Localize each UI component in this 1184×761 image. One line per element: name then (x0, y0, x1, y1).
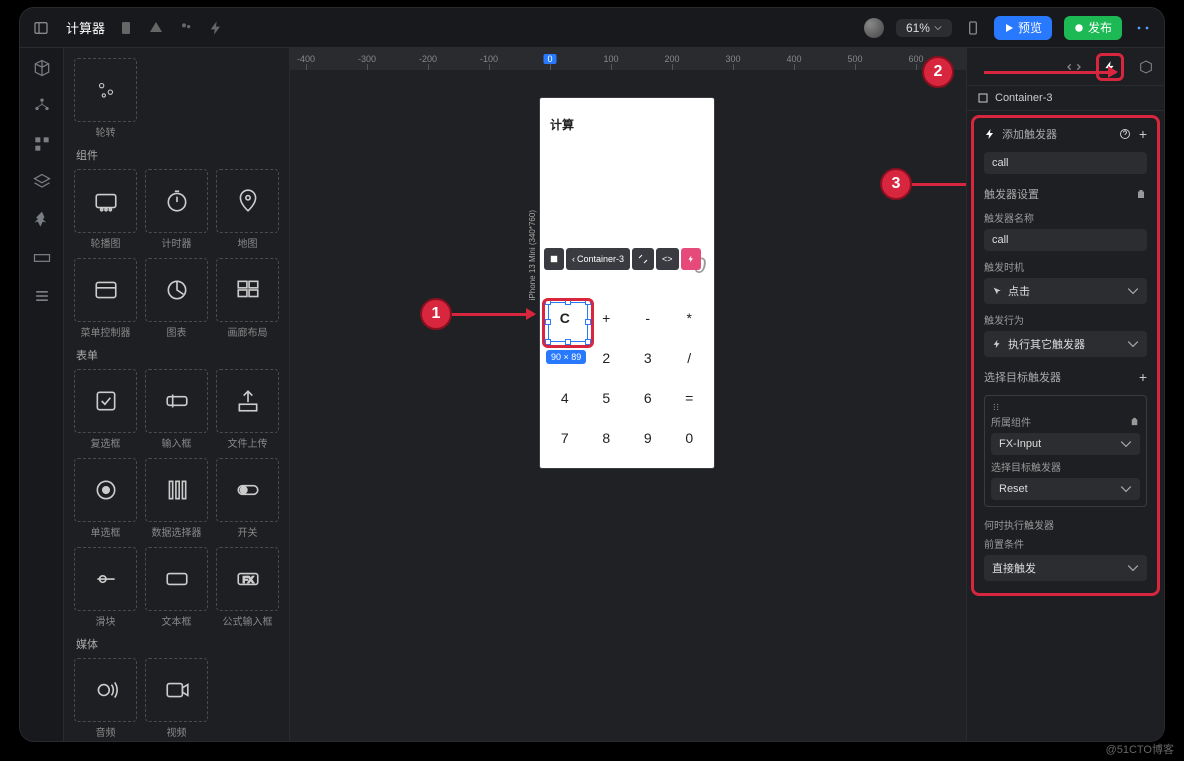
comp-单选框[interactable] (74, 458, 137, 522)
calc-key-4[interactable]: 4 (544, 378, 586, 418)
doc-icon[interactable] (117, 19, 135, 37)
sel-trigger[interactable] (681, 248, 701, 270)
trigger-timing-select[interactable]: 点击 (984, 278, 1147, 304)
add-target-button[interactable]: + (1139, 369, 1147, 385)
comp-复选框[interactable] (74, 369, 137, 433)
delete-target-icon[interactable] (1129, 416, 1140, 427)
ruler-horizontal: -500-400-300-200-10001002003004005006007… (290, 48, 966, 70)
calc-key-8[interactable]: 8 (586, 418, 628, 458)
group-component-label: 组件 (76, 147, 277, 163)
comp-开关[interactable] (216, 458, 279, 522)
annotation-arrow-3 (912, 183, 966, 186)
drive-icon[interactable] (147, 19, 165, 37)
inspector-tabs (967, 48, 1164, 86)
comp-图表[interactable] (145, 258, 208, 322)
page-title: 计算器 (66, 18, 105, 37)
precondition-select[interactable]: 直接触发 (984, 555, 1147, 581)
selection-toolbar: ‹ Container-3 <> (544, 248, 701, 270)
target-component-select[interactable]: FX-Input (991, 433, 1140, 455)
sel-nav-up[interactable] (544, 248, 564, 270)
rail-cube-icon[interactable] (32, 58, 52, 78)
target-trigger-select[interactable]: Reset (991, 478, 1140, 500)
bolt-icon[interactable] (207, 19, 225, 37)
annotation-arrow-2 (984, 71, 1116, 74)
annotation-1-highlight (542, 298, 594, 348)
group-form-label: 表单 (76, 347, 277, 363)
annotation-badge-3: 3 (880, 168, 912, 200)
annotation-badge-1: 1 (420, 298, 452, 330)
calc-key-0[interactable]: 0 (669, 418, 711, 458)
svg-text:FX: FX (242, 574, 253, 584)
trigger-name-input[interactable]: call (984, 229, 1147, 251)
calc-key-6[interactable]: 6 (627, 378, 669, 418)
annotation-badge-2: 2 (922, 56, 954, 88)
component-panel: 轮转 组件 轮播图计时器地图 菜单控制器图表画廊布局 表单 复选框输入框文件上传… (64, 48, 290, 741)
selected-element-row: Container-3 (967, 86, 1164, 111)
watermark: @51CTO博客 (1106, 741, 1174, 757)
tab-cube-icon[interactable] (1138, 59, 1154, 75)
calc-key-3[interactable]: 3 (627, 338, 669, 378)
drag-handle-icon[interactable] (991, 402, 1001, 412)
device-icon[interactable] (964, 19, 982, 37)
rail-ruler-icon[interactable] (32, 248, 52, 268)
comp-输入框[interactable] (145, 369, 208, 433)
left-rail (20, 48, 64, 741)
annotation-arrow-1 (452, 313, 534, 316)
inspector-panel: Container-3 添加触发器 + call 触发器设置 触发器名称 cal… (966, 48, 1164, 741)
users-icon[interactable] (177, 19, 195, 37)
trigger-action-select[interactable]: 执行其它触发器 (984, 331, 1147, 357)
rail-pin-icon[interactable] (32, 210, 52, 230)
comp-音频[interactable] (74, 658, 137, 722)
comp-地图[interactable] (216, 169, 279, 233)
comp-数据选择器[interactable] (145, 458, 208, 522)
sel-expand[interactable] (632, 248, 654, 270)
calc-key--[interactable]: - (627, 298, 669, 338)
calc-key-5[interactable]: 5 (586, 378, 628, 418)
rail-tree-icon[interactable] (32, 96, 52, 116)
comp-滑块[interactable] (74, 547, 137, 611)
comp-视频[interactable] (145, 658, 208, 722)
device-frame: 计算 0 C+-*123/456=7890 (540, 98, 714, 468)
comp-轮播图[interactable] (74, 169, 137, 233)
topbar: 计算器 61% 预览 发布 (20, 8, 1164, 48)
add-trigger-button[interactable]: + (1139, 126, 1147, 142)
selection-size-badge: 90 × 89 (546, 350, 586, 364)
comp-文件上传[interactable] (216, 369, 279, 433)
rail-list-icon[interactable] (32, 286, 52, 306)
comp-画廊布局[interactable] (216, 258, 279, 322)
trigger-list-item[interactable]: call (984, 152, 1147, 174)
app-screen-title: 计算 (550, 116, 574, 133)
rail-layers-icon[interactable] (32, 172, 52, 192)
calc-key-=[interactable]: = (669, 378, 711, 418)
avatar[interactable] (864, 18, 884, 38)
comp-菜单控制器[interactable] (74, 258, 137, 322)
canvas[interactable]: 计算 0 C+-*123/456=7890 iPhone 13 Mini (34… (290, 70, 966, 741)
target-trigger-box: 所属组件 FX-Input 选择目标触发器 Reset (984, 395, 1147, 507)
group-media-label: 媒体 (76, 636, 277, 652)
sel-code[interactable]: <> (656, 248, 679, 270)
comp-公式输入框[interactable]: FX (216, 547, 279, 611)
rail-grid-icon[interactable] (32, 134, 52, 154)
calc-key-9[interactable]: 9 (627, 418, 669, 458)
sel-breadcrumb[interactable]: ‹ Container-3 (566, 248, 630, 270)
canvas-area: -500-400-300-200-10001002003004005006007… (290, 48, 966, 741)
annotation-3-highlight: 添加触发器 + call 触发器设置 触发器名称 call 触发时机 点击 (971, 115, 1160, 596)
calc-key-/[interactable]: / (669, 338, 711, 378)
comp-rotate[interactable] (74, 58, 137, 122)
zoom-level[interactable]: 61% (896, 19, 952, 37)
app-window: 计算器 61% 预览 发布 轮转 组件 轮播图计时器地图 (20, 8, 1164, 741)
sidebar-toggle-icon[interactable] (32, 19, 50, 37)
publish-button[interactable]: 发布 (1064, 16, 1122, 40)
comp-文本框[interactable] (145, 547, 208, 611)
preview-button[interactable]: 预览 (994, 16, 1052, 40)
delete-trigger-icon[interactable] (1135, 188, 1147, 200)
help-icon[interactable] (1119, 128, 1131, 140)
device-size-label: iPhone 13 Mini (340*760) (528, 210, 537, 300)
more-icon[interactable] (1134, 19, 1152, 37)
comp-计时器[interactable] (145, 169, 208, 233)
calc-key-7[interactable]: 7 (544, 418, 586, 458)
calc-key-*[interactable]: * (669, 298, 711, 338)
